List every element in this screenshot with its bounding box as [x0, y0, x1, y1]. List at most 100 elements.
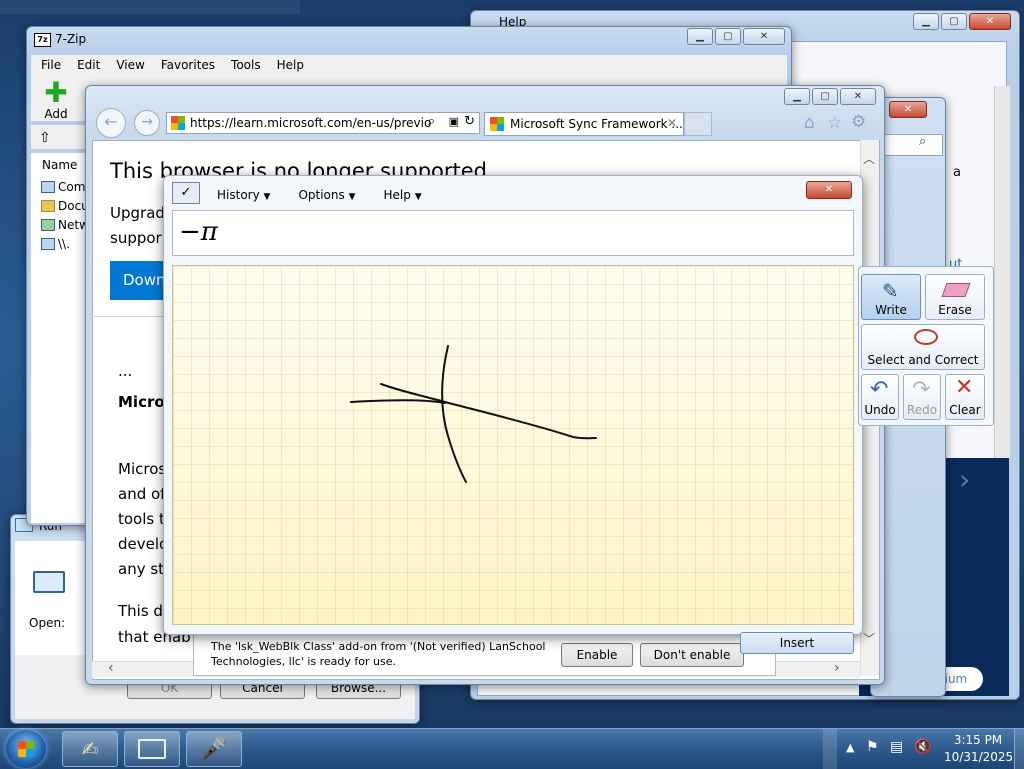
back-button[interactable]: ← [96, 108, 126, 138]
show-desktop-button[interactable] [1014, 729, 1024, 769]
search-icon[interactable]: ⌕ [919, 134, 926, 149]
insert-label: Insert [779, 636, 815, 650]
scroll-down-arrow-icon[interactable]: ﹀ [863, 630, 875, 647]
search-icon[interactable]: ⌕ [428, 114, 435, 129]
network-icon[interactable]: ▤ [890, 739, 903, 755]
chevron-down-icon: ▼ [348, 192, 356, 202]
math-tool-panel: ✎ Write Erase Select and Correct ↶ Undo … [858, 266, 994, 426]
math-input-icon: ✍ [81, 737, 99, 761]
forward-button[interactable]: → [134, 110, 160, 136]
math-panel-icon: ✓ [172, 182, 200, 204]
math-panel-menu: History ▼ Options ▼ Help ▼ [217, 188, 422, 202]
scroll-right-arrow-icon[interactable]: › [834, 660, 840, 676]
seven-zip-caption-buttons: ▁ ▢ ✕ [687, 28, 785, 45]
ink-stroke [441, 345, 467, 483]
select-correct-label: Select and Correct [867, 353, 979, 367]
taskbar-run-button[interactable] [124, 731, 180, 767]
open-label: Open: [29, 616, 66, 630]
clock-time[interactable]: 3:15 PM [948, 733, 1008, 747]
menu-options[interactable]: Options ▼ [298, 188, 355, 202]
clock-date[interactable]: 10/31/2025 [944, 750, 1013, 764]
scroll-up-arrow-icon[interactable]: ︿ [863, 150, 875, 167]
search-close-button[interactable]: ✕ [889, 101, 927, 118]
taskbar-microphone-button[interactable]: 🎤 [186, 731, 242, 767]
address-bar[interactable]: https://learn.microsoft.com/en-us/previo… [166, 112, 480, 134]
address-url: https://learn.microsoft.com/en-us/previo [190, 116, 432, 130]
enable-button[interactable]: Enable [561, 643, 633, 667]
dont-enable-button[interactable]: Don't enable [640, 643, 744, 667]
menu-file[interactable]: File [41, 58, 61, 72]
action-center-flag-icon[interactable]: ⚑ [866, 739, 879, 755]
browser-caption-buttons: ▁ ▢ ✕ [784, 88, 876, 105]
menu-edit[interactable]: Edit [77, 58, 100, 72]
column-name-header[interactable]: Name [42, 158, 77, 172]
up-folder-icon[interactable]: ⇧ [39, 130, 51, 146]
clear-x-icon: ✕ [955, 375, 974, 400]
lock-icon[interactable]: ▣ [449, 115, 459, 128]
upgrade-text-line2: suppor [110, 229, 162, 247]
menu-history[interactable]: History ▼ [217, 188, 270, 202]
body-line: Micros [118, 460, 167, 478]
write-tool-button[interactable]: ✎ Write [861, 274, 921, 320]
menu-favorites[interactable]: Favorites [161, 58, 215, 72]
insert-button[interactable]: Insert [740, 632, 854, 654]
tab-close-icon[interactable]: ✕ [667, 116, 677, 130]
next-arrow-icon[interactable]: › [959, 463, 970, 496]
seven-zip-menu: File Edit View Favorites Tools Help [41, 58, 304, 72]
settings-gear-icon[interactable]: ⚙ [851, 112, 866, 132]
computer-icon [41, 181, 55, 193]
close-button[interactable]: ✕ [840, 88, 876, 105]
write-tool-label: Write [875, 303, 907, 317]
refresh-icon[interactable]: ↻ [464, 114, 475, 129]
folder-icon [41, 200, 55, 212]
network-icon [41, 219, 55, 231]
minimize-button[interactable]: ▁ [913, 13, 939, 30]
undo-button[interactable]: ↶ Undo [861, 374, 899, 420]
lasso-icon [914, 329, 938, 345]
erase-tool-button[interactable]: Erase [925, 274, 985, 320]
microphone-icon: 🎤 [200, 736, 228, 762]
redo-button[interactable]: ↷ Redo [903, 374, 941, 420]
file-list-item[interactable]: Netw [41, 218, 89, 232]
clear-button[interactable]: ✕ Clear [945, 374, 985, 420]
menu-help[interactable]: Help ▼ [384, 188, 422, 202]
menu-tools[interactable]: Tools [231, 58, 261, 72]
menu-view[interactable]: View [116, 58, 144, 72]
browser-tab[interactable]: Microsoft Sync Framework ... ✕ [484, 112, 684, 136]
maximize-button[interactable]: ▢ [812, 88, 838, 105]
minimize-button[interactable]: ▁ [687, 28, 713, 45]
minimize-button[interactable]: ▁ [784, 88, 810, 105]
chevron-down-icon: ▼ [263, 192, 271, 202]
close-button[interactable]: ✕ [743, 28, 785, 45]
show-hidden-icons-icon[interactable]: ▲ [846, 741, 854, 754]
tab-logo-icon [490, 117, 504, 131]
help-caption-buttons: ▁ ▢ ✕ [913, 13, 1011, 30]
redo-label: Redo [906, 403, 938, 417]
favorites-star-icon[interactable]: ☆ [827, 113, 842, 133]
menu-help[interactable]: Help [277, 58, 304, 72]
volume-icon[interactable]: 🔇 [914, 739, 931, 755]
math-panel-close-button[interactable]: ✕ [806, 181, 852, 199]
math-writing-canvas[interactable] [172, 265, 854, 625]
scroll-left-arrow-icon[interactable]: ‹ [108, 660, 114, 676]
new-tab-button[interactable] [684, 112, 712, 136]
ellipsis-text: ... [118, 362, 133, 380]
ink-stroke [350, 399, 446, 404]
download-button-label: Down [123, 271, 166, 289]
add-button[interactable]: ✚ Add [39, 79, 73, 122]
file-list-item-label: \\. [58, 237, 70, 251]
file-list-item[interactable]: Docu [41, 199, 89, 213]
file-list-item[interactable]: \\. [41, 237, 70, 251]
select-correct-button[interactable]: Select and Correct [861, 324, 985, 370]
windows-logo-icon [18, 741, 34, 757]
taskbar-math-input-button[interactable]: ✍ [62, 731, 118, 767]
home-icon[interactable]: ⌂ [804, 113, 815, 133]
taskbar-scroll[interactable] [823, 729, 837, 769]
start-button[interactable] [6, 730, 46, 768]
help-scrollbar[interactable] [994, 86, 1010, 458]
taskbar: ✍ 🎤 ▲ ⚑ ▤ 🔇 3:15 PM 10/31/2025 [0, 728, 1024, 769]
maximize-button[interactable]: ▢ [715, 28, 741, 45]
close-button[interactable]: ✕ [969, 13, 1011, 30]
maximize-button[interactable]: ▢ [941, 13, 967, 30]
handwriting-strokes [350, 345, 597, 483]
